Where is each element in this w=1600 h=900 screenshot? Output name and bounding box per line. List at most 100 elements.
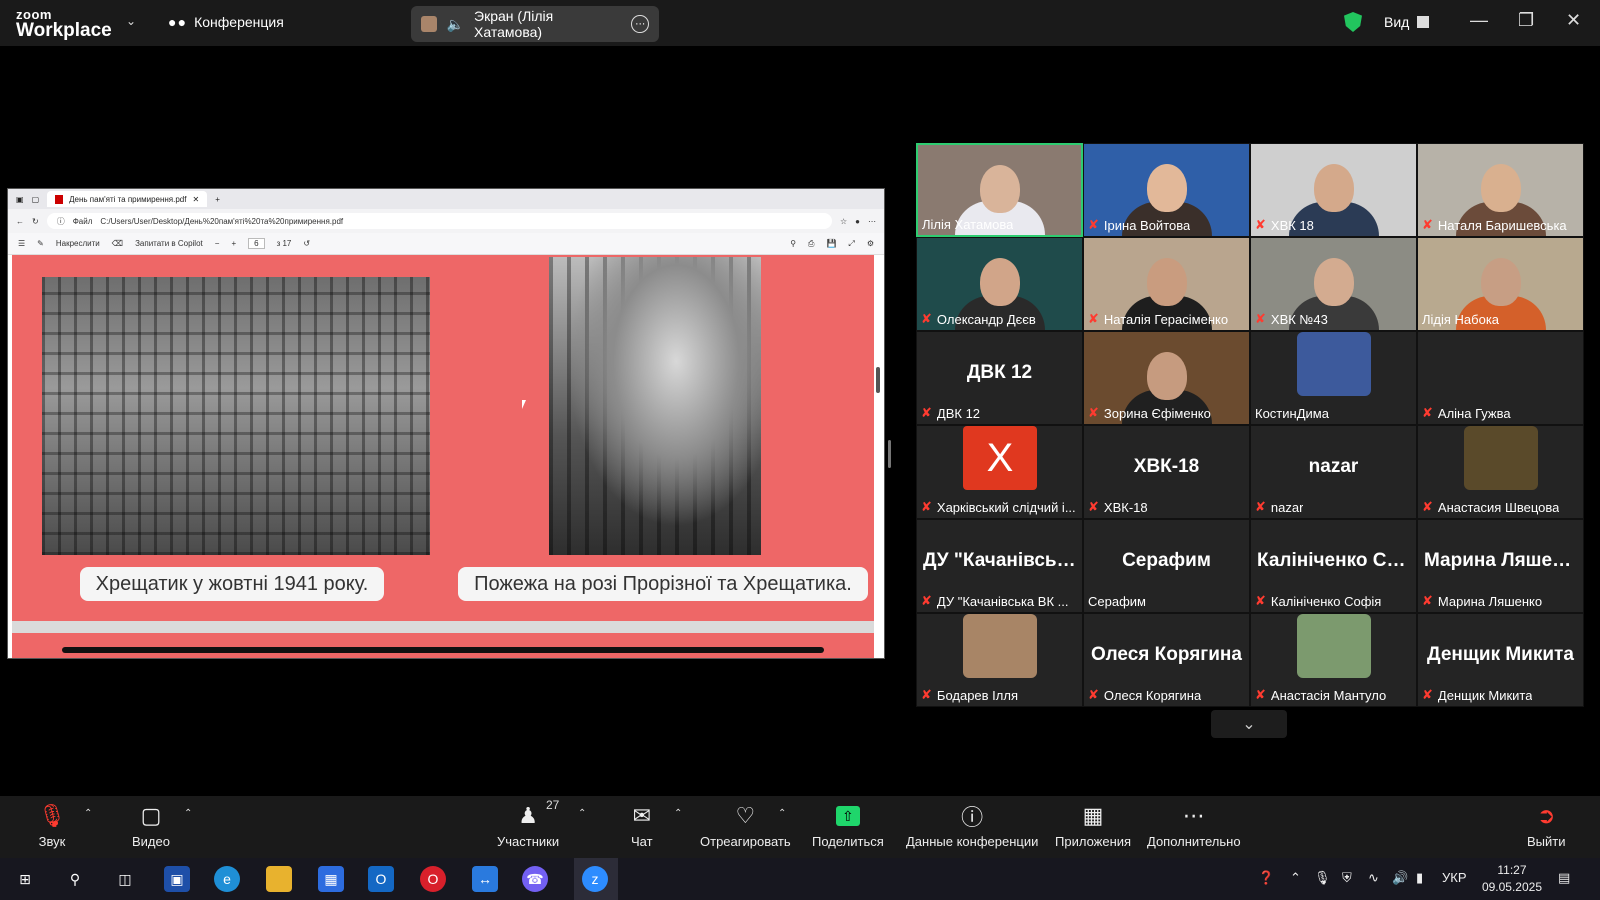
language-indicator[interactable]: УКР [1442, 870, 1467, 885]
security-tray-icon[interactable]: ⛨ [1342, 870, 1352, 886]
task-view-icon[interactable]: ◫ [112, 866, 138, 892]
draw-icon[interactable]: ✎ [37, 239, 44, 248]
meeting-menu[interactable]: ● ● Конференция [168, 14, 284, 30]
menu-icon[interactable]: ⋯ [868, 217, 876, 226]
tab-close-icon[interactable]: ✕ [192, 195, 199, 204]
wifi-icon[interactable]: ∿ [1368, 870, 1379, 886]
participant-tile[interactable]: ✘ Олександр Дєєв [916, 237, 1083, 331]
participant-tile[interactable]: nazar ✘ nazar [1250, 425, 1417, 519]
participant-tile[interactable]: Марина Ляшен... ✘ Марина Ляшенко [1417, 519, 1584, 613]
fullscreen-icon[interactable]: ⤢ [848, 239, 854, 249]
participant-tile[interactable]: X ✘ Харківський слідчий і... [916, 425, 1083, 519]
browser-tab[interactable]: День пам'яті та примирення.pdf ✕ [47, 191, 208, 207]
participant-tile[interactable]: Денщик Микита ✘ Денщик Микита [1417, 613, 1584, 707]
apps-button[interactable]: ▦ Приложения [1055, 803, 1131, 849]
back-icon[interactable]: ← [16, 217, 24, 226]
teamviewer-icon[interactable]: ↔ [472, 866, 498, 892]
save-icon[interactable]: 💾 [826, 239, 836, 248]
pdf-viewer[interactable]: Хрещатик у жовтні 1941 року. Пожежа на р… [12, 255, 874, 658]
participant-tile[interactable]: КостинДима [1250, 331, 1417, 425]
edge-icon[interactable]: e [214, 866, 240, 892]
audio-options-caret-icon[interactable]: ⌃ [84, 808, 92, 819]
viber-icon[interactable]: ☎ [522, 866, 548, 892]
participants-caret-icon[interactable]: ⌃ [578, 808, 586, 819]
file-explorer-icon[interactable] [266, 866, 292, 892]
audio-button[interactable]: 🎙 Звук [38, 803, 66, 849]
share-button[interactable]: ⇧ Поделиться [812, 804, 884, 849]
participant-tile[interactable]: ✘ Аліна Гужва [1417, 331, 1584, 425]
minimize-icon[interactable]: — [1470, 10, 1488, 31]
participant-tile[interactable]: Олеся Корягина ✘ Олеся Корягина [1083, 613, 1250, 707]
participant-tile[interactable]: ✘ Бодарев Ілля [916, 613, 1083, 707]
help-icon[interactable]: ❓ [1258, 870, 1274, 886]
profile-icon[interactable]: ● [855, 217, 860, 226]
draw-button[interactable]: Накреслити [56, 239, 100, 248]
more-options-icon[interactable]: ⋯ [631, 15, 650, 33]
participant-tile[interactable]: ХВК-18 ✘ ХВК-18 [1083, 425, 1250, 519]
participant-tile[interactable]: Лідія Набока [1417, 237, 1584, 331]
participant-tile[interactable]: ДВК 12 ✘ ДВК 12 [916, 331, 1083, 425]
participant-tile[interactable]: ✘ Анастасія Мантуло [1250, 613, 1417, 707]
clock[interactable]: 11:27 09.05.2025 [1482, 862, 1542, 896]
react-caret-icon[interactable]: ⌃ [778, 808, 786, 819]
participant-tile[interactable]: ✘ Ірина Войтова [1083, 143, 1250, 237]
participant-tile[interactable]: ✘ Зорина Єфіменко [1083, 331, 1250, 425]
video-options-caret-icon[interactable]: ⌃ [184, 808, 192, 819]
windows-start-icon[interactable]: ⊞ [12, 866, 38, 892]
tab-list-icon[interactable]: ▢ [32, 195, 40, 204]
participant-name: Зорина Єфіменко [1103, 405, 1211, 421]
new-tab-icon[interactable]: + [215, 195, 220, 204]
battery-icon[interactable]: ▮ [1416, 870, 1423, 886]
tab-actions-icon[interactable]: ▣ [16, 195, 24, 204]
favorite-icon[interactable]: ☆ [840, 217, 847, 226]
gallery-next-page-button[interactable]: ⌄ [1211, 710, 1287, 738]
notifications-icon[interactable]: ▤ [1558, 870, 1570, 886]
chat-caret-icon[interactable]: ⌃ [674, 808, 682, 819]
chevron-down-icon[interactable]: ⌄ [126, 14, 136, 28]
chat-button[interactable]: ✉ Чат [631, 803, 653, 849]
search-icon[interactable]: ⚲ [790, 239, 796, 248]
zoom-icon[interactable]: z [582, 866, 608, 892]
outlook-icon[interactable]: O [368, 866, 394, 892]
encryption-shield-icon[interactable] [1344, 12, 1362, 32]
save-app-icon[interactable]: ▣ [164, 866, 190, 892]
page-number-input[interactable]: 6 [248, 238, 265, 249]
screen-share-indicator[interactable]: 🔈 Экран (Лілія Хатамова) ⋯ [411, 6, 659, 42]
participant-tile[interactable]: ✘ ХВК №43 [1250, 237, 1417, 331]
participant-tile[interactable]: ДУ "Качанівськ... ✘ ДУ "Качанівська ВК ... [916, 519, 1083, 613]
participant-tile[interactable]: Серафим Серафим [1083, 519, 1250, 613]
store-icon[interactable]: ▦ [318, 866, 344, 892]
copilot-button[interactable]: Запитати в Copilot [135, 239, 203, 248]
print-icon[interactable]: ⎙ [808, 239, 814, 249]
microphone-tray-icon[interactable]: 🎙 [1314, 870, 1331, 886]
video-button[interactable]: ▢ Видео [132, 803, 170, 849]
leave-button[interactable]: ➲ Выйти [1527, 803, 1566, 849]
opera-icon[interactable]: O [420, 866, 446, 892]
zoom-in-icon[interactable]: + [231, 239, 236, 248]
refresh-icon[interactable]: ↻ [32, 217, 39, 226]
participant-tile[interactable]: ✘ Наталія Герасіменко [1083, 237, 1250, 331]
restore-icon[interactable]: ❐ [1518, 10, 1534, 31]
pdf-scrollbar[interactable] [874, 255, 882, 658]
split-divider-handle[interactable] [888, 440, 891, 468]
show-hidden-icons[interactable]: ⌃ [1290, 870, 1301, 886]
scroll-thumb[interactable] [876, 367, 880, 393]
meeting-info-button[interactable]: ⓘ Данные конференции [906, 804, 1038, 849]
participant-tile[interactable]: ✘ Анастасия Швецова [1417, 425, 1584, 519]
participant-tile[interactable]: ✘ Наталя Баришевська [1417, 143, 1584, 237]
volume-icon[interactable]: 🔊 [1392, 870, 1408, 886]
participant-tile[interactable]: ✘ ХВК 18 [1250, 143, 1417, 237]
settings-icon[interactable]: ⚙ [867, 239, 874, 248]
shared-screen[interactable]: ▣ ▢ День пам'яті та примирення.pdf ✕ + ←… [7, 188, 885, 659]
search-icon[interactable]: ⚲ [62, 866, 88, 892]
rotate-icon[interactable]: ↺ [303, 239, 310, 248]
zoom-out-icon[interactable]: − [215, 239, 220, 248]
participant-tile[interactable]: Калініченко Со... ✘ Калініченко Софія [1250, 519, 1417, 613]
participant-tile[interactable]: Лілія Хатамова [916, 143, 1083, 237]
url-field[interactable]: ⓘ Файл C:/Users/User/Desktop/День%20пам'… [46, 213, 832, 229]
eraser-icon[interactable]: ⌫ [112, 239, 123, 248]
contents-icon[interactable]: ☰ [18, 239, 25, 248]
more-button[interactable]: ⋯ Дополнительно [1147, 803, 1241, 849]
view-button[interactable]: Вид [1384, 14, 1430, 30]
close-icon[interactable]: ✕ [1566, 10, 1581, 31]
